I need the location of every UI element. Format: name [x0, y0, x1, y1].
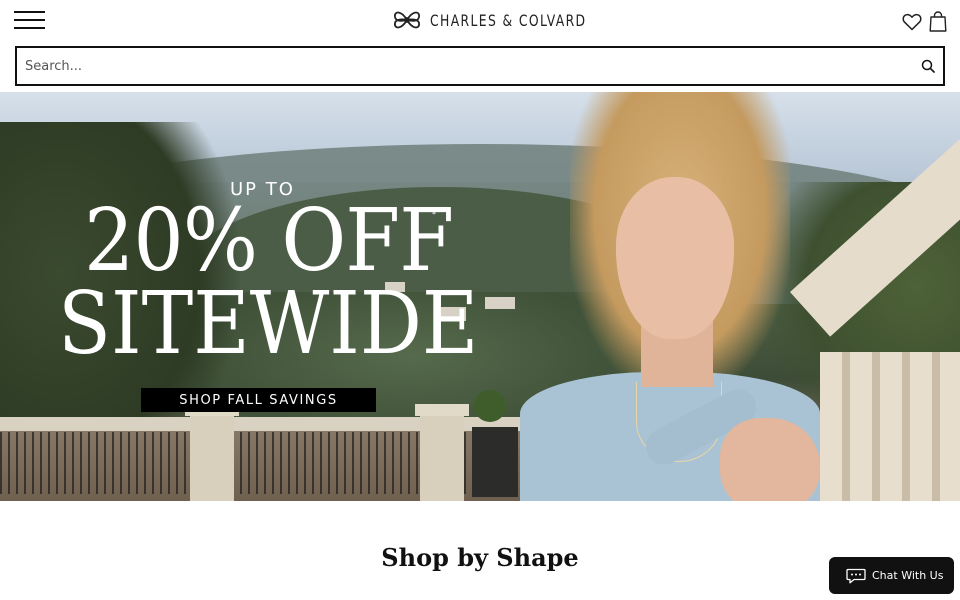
brand-name: CHARLES & COLVARD [430, 10, 587, 30]
chat-button[interactable]: Chat With Us [829, 557, 954, 594]
hero-asterisk: * [432, 210, 436, 219]
search-icon[interactable] [921, 59, 935, 73]
hero-banner[interactable]: UP TO 20% OFF * SITEWIDE SHOP FALL SAVIN… [0, 92, 960, 501]
site-header: CHARLES & COLVARD [0, 0, 960, 40]
hero-model-face [616, 177, 734, 339]
shopping-bag-icon[interactable] [929, 11, 947, 32]
hamburger-menu-icon[interactable] [14, 11, 46, 31]
chat-label: Chat With Us [872, 569, 944, 582]
brand-logo[interactable]: CHARLES & COLVARD [392, 5, 612, 35]
shop-fall-savings-button[interactable]: SHOP FALL SAVINGS [141, 388, 376, 412]
chat-bubble-icon [846, 568, 866, 583]
search-input[interactable] [25, 48, 905, 84]
charles-colvard-logo-icon [394, 11, 420, 29]
hero-pillar [190, 407, 234, 501]
hero-planter [472, 427, 518, 497]
hero-house [485, 297, 515, 309]
hero-headline-line2: SITEWIDE [58, 274, 479, 374]
hero-pillar-cap [415, 404, 469, 416]
hero-pillar [420, 407, 464, 501]
heart-icon[interactable] [902, 13, 922, 31]
hero-balusters [820, 352, 960, 501]
section-title: Shop by Shape [381, 543, 579, 572]
search-bar [15, 46, 945, 86]
hero-shrub [474, 390, 506, 422]
